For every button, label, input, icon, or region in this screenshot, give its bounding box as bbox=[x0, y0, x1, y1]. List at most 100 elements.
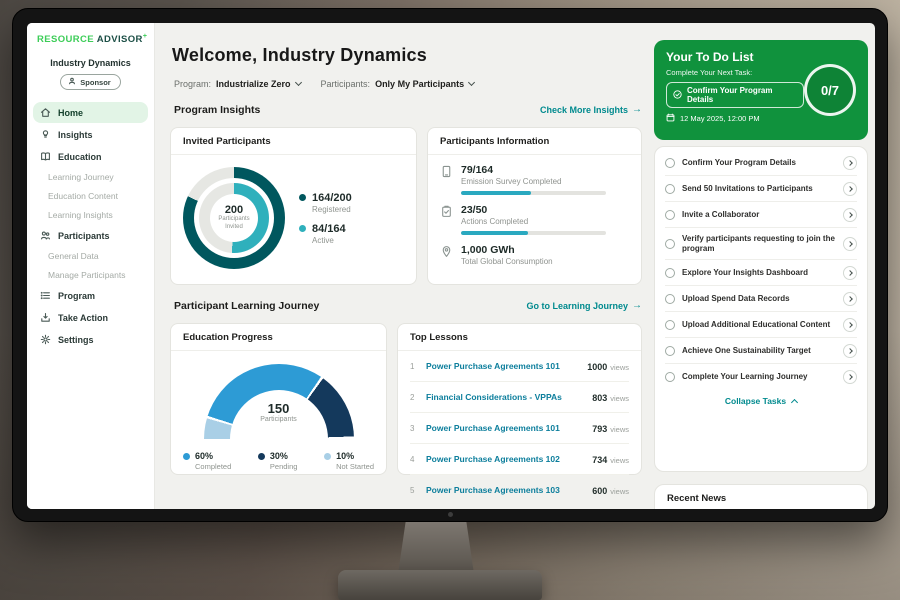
program-insights-header: Program Insights Check More Insights → bbox=[174, 104, 642, 116]
sidebar-item-education-content[interactable]: Education Content bbox=[33, 187, 148, 205]
sidebar-item-education[interactable]: Education bbox=[33, 146, 148, 167]
people-icon bbox=[40, 230, 51, 241]
list-icon bbox=[40, 290, 51, 301]
lesson-row: 5 Power Purchase Agreements 103 600views bbox=[410, 475, 629, 505]
lesson-link[interactable]: Financial Considerations - VPPAs bbox=[426, 392, 584, 402]
lesson-link[interactable]: Power Purchase Agreements 101 bbox=[426, 361, 579, 371]
check-circle-icon bbox=[673, 90, 682, 101]
lesson-link[interactable]: Power Purchase Agreements 101 bbox=[426, 423, 584, 433]
check-more-insights-link[interactable]: Check More Insights → bbox=[540, 105, 642, 115]
chevron-right-icon[interactable] bbox=[843, 318, 857, 332]
person-icon bbox=[68, 77, 76, 87]
lesson-link[interactable]: Power Purchase Agreements 102 bbox=[426, 454, 584, 464]
org-name: Industry Dynamics bbox=[27, 58, 154, 68]
sidebar-item-settings[interactable]: Settings bbox=[33, 329, 148, 350]
chevron-right-icon[interactable] bbox=[843, 370, 857, 384]
task-checkbox[interactable] bbox=[665, 210, 675, 220]
next-task-pill[interactable]: Confirm Your Program Details bbox=[666, 82, 804, 108]
chevron-right-icon[interactable] bbox=[843, 292, 857, 306]
info-row-actions: 23/50 Actions Completed bbox=[428, 195, 641, 235]
task-row[interactable]: Upload Additional Educational Content bbox=[665, 312, 857, 338]
education-progress-card: Education Progress 150 Participants 60% … bbox=[170, 323, 387, 475]
info-row-emission: 79/164 Emission Survey Completed bbox=[428, 155, 641, 195]
lesson-row: 1 Power Purchase Agreements 101 1000view… bbox=[410, 351, 629, 382]
todo-summary-card: Your To Do List Complete Your Next Task:… bbox=[654, 40, 868, 140]
task-checkbox[interactable] bbox=[665, 294, 675, 304]
gear-icon bbox=[40, 334, 51, 345]
todo-progress-ring: 0/7 bbox=[804, 64, 856, 116]
donut-legend: 164/200 Registered 84/164 Active bbox=[299, 183, 352, 254]
sidebar-item-learning-journey[interactable]: Learning Journey bbox=[33, 168, 148, 186]
collapse-tasks-button[interactable]: Collapse Tasks bbox=[665, 389, 857, 411]
phone-icon bbox=[440, 165, 453, 178]
legend-completed: 60% Completed bbox=[183, 451, 231, 471]
location-pin-icon bbox=[440, 245, 453, 258]
task-checkbox[interactable] bbox=[665, 320, 675, 330]
task-checkbox[interactable] bbox=[665, 184, 675, 194]
task-row[interactable]: Confirm Your Program Details bbox=[665, 150, 857, 176]
chevron-right-icon[interactable] bbox=[843, 344, 857, 358]
task-checkbox[interactable] bbox=[665, 346, 675, 356]
progress-bar-fill bbox=[461, 191, 531, 195]
lesson-row: 2 Financial Considerations - VPPAs 803vi… bbox=[410, 382, 629, 413]
download-icon bbox=[40, 312, 51, 323]
chevron-right-icon[interactable] bbox=[843, 237, 857, 251]
education-gauge-chart: 150 Participants bbox=[204, 364, 354, 440]
task-row[interactable]: Complete Your Learning Journey bbox=[665, 364, 857, 389]
book-icon bbox=[40, 151, 51, 162]
sidebar-item-participants[interactable]: Participants bbox=[33, 225, 148, 246]
task-row[interactable]: Invite a Collaborator bbox=[665, 202, 857, 228]
go-to-learning-journey-link[interactable]: Go to Learning Journey → bbox=[526, 301, 642, 311]
lesson-link[interactable]: Power Purchase Agreements 103 bbox=[426, 485, 584, 495]
sidebar-item-take-action[interactable]: Take Action bbox=[33, 307, 148, 328]
task-row[interactable]: Achieve One Sustainability Target bbox=[665, 338, 857, 364]
program-select[interactable]: Program: Industrialize Zero bbox=[174, 79, 301, 89]
task-checkbox[interactable] bbox=[665, 372, 675, 382]
task-checkbox[interactable] bbox=[665, 158, 675, 168]
chevron-down-icon bbox=[468, 79, 475, 86]
task-row[interactable]: Verify participants requesting to join t… bbox=[665, 228, 857, 260]
screen: RESOURCE ADVISOR+ Industry Dynamics Spon… bbox=[27, 23, 875, 509]
chevron-right-icon[interactable] bbox=[843, 156, 857, 170]
legend-not-started: 10% Not Started bbox=[324, 451, 374, 471]
info-row-consumption: 1,000 GWh Total Global Consumption bbox=[428, 235, 641, 266]
calendar-icon bbox=[666, 113, 675, 124]
chevron-right-icon[interactable] bbox=[843, 182, 857, 196]
task-row[interactable]: Explore Your Insights Dashboard bbox=[665, 260, 857, 286]
learning-journey-header: Participant Learning Journey Go to Learn… bbox=[174, 300, 642, 312]
sidebar-item-general-data[interactable]: General Data bbox=[33, 247, 148, 265]
task-row[interactable]: Upload Spend Data Records bbox=[665, 286, 857, 312]
progress-bar-fill bbox=[461, 231, 528, 235]
sidebar-item-home[interactable]: Home bbox=[33, 102, 148, 123]
task-checkbox[interactable] bbox=[665, 239, 675, 249]
sidebar-item-insights[interactable]: Insights bbox=[33, 124, 148, 145]
legend-active: 84/164 Active bbox=[299, 223, 352, 245]
sponsor-badge[interactable]: Sponsor bbox=[60, 74, 120, 90]
clipboard-icon bbox=[440, 205, 453, 218]
chevron-right-icon[interactable] bbox=[843, 208, 857, 222]
lightbulb-icon bbox=[40, 129, 51, 140]
invited-participants-card: Invited Participants 200 Participants In… bbox=[170, 127, 417, 285]
lessons-list: 1 Power Purchase Agreements 101 1000view… bbox=[398, 351, 641, 505]
task-checkbox[interactable] bbox=[665, 268, 675, 278]
task-row[interactable]: Send 50 Invitations to Participants bbox=[665, 176, 857, 202]
recent-news-title: Recent News bbox=[667, 493, 726, 504]
chevron-right-icon[interactable] bbox=[843, 266, 857, 280]
arrow-right-icon: → bbox=[632, 105, 642, 115]
sidebar-item-learning-insights[interactable]: Learning Insights bbox=[33, 206, 148, 224]
lesson-row: 3 Power Purchase Agreements 101 793views bbox=[410, 413, 629, 444]
sidebar-item-manage-participants[interactable]: Manage Participants bbox=[33, 266, 148, 284]
chevron-down-icon bbox=[294, 79, 301, 86]
filters-bar: Program: Industrialize Zero Participants… bbox=[174, 79, 474, 89]
app-logo: RESOURCE ADVISOR+ bbox=[27, 33, 154, 45]
monitor-logo-dot bbox=[448, 512, 453, 517]
monitor-stand-base bbox=[338, 570, 542, 600]
recent-news-card: Recent News bbox=[654, 484, 868, 509]
home-icon bbox=[40, 107, 51, 118]
participants-select[interactable]: Participants: Only My Participants bbox=[321, 79, 475, 89]
legend-pending: 30% Pending bbox=[258, 451, 298, 471]
arrow-right-icon: → bbox=[632, 301, 642, 311]
sidebar-item-program[interactable]: Program bbox=[33, 285, 148, 306]
legend-registered: 164/200 Registered bbox=[299, 192, 352, 214]
sidebar-nav: Home Insights Education Learning Journey… bbox=[27, 102, 154, 350]
